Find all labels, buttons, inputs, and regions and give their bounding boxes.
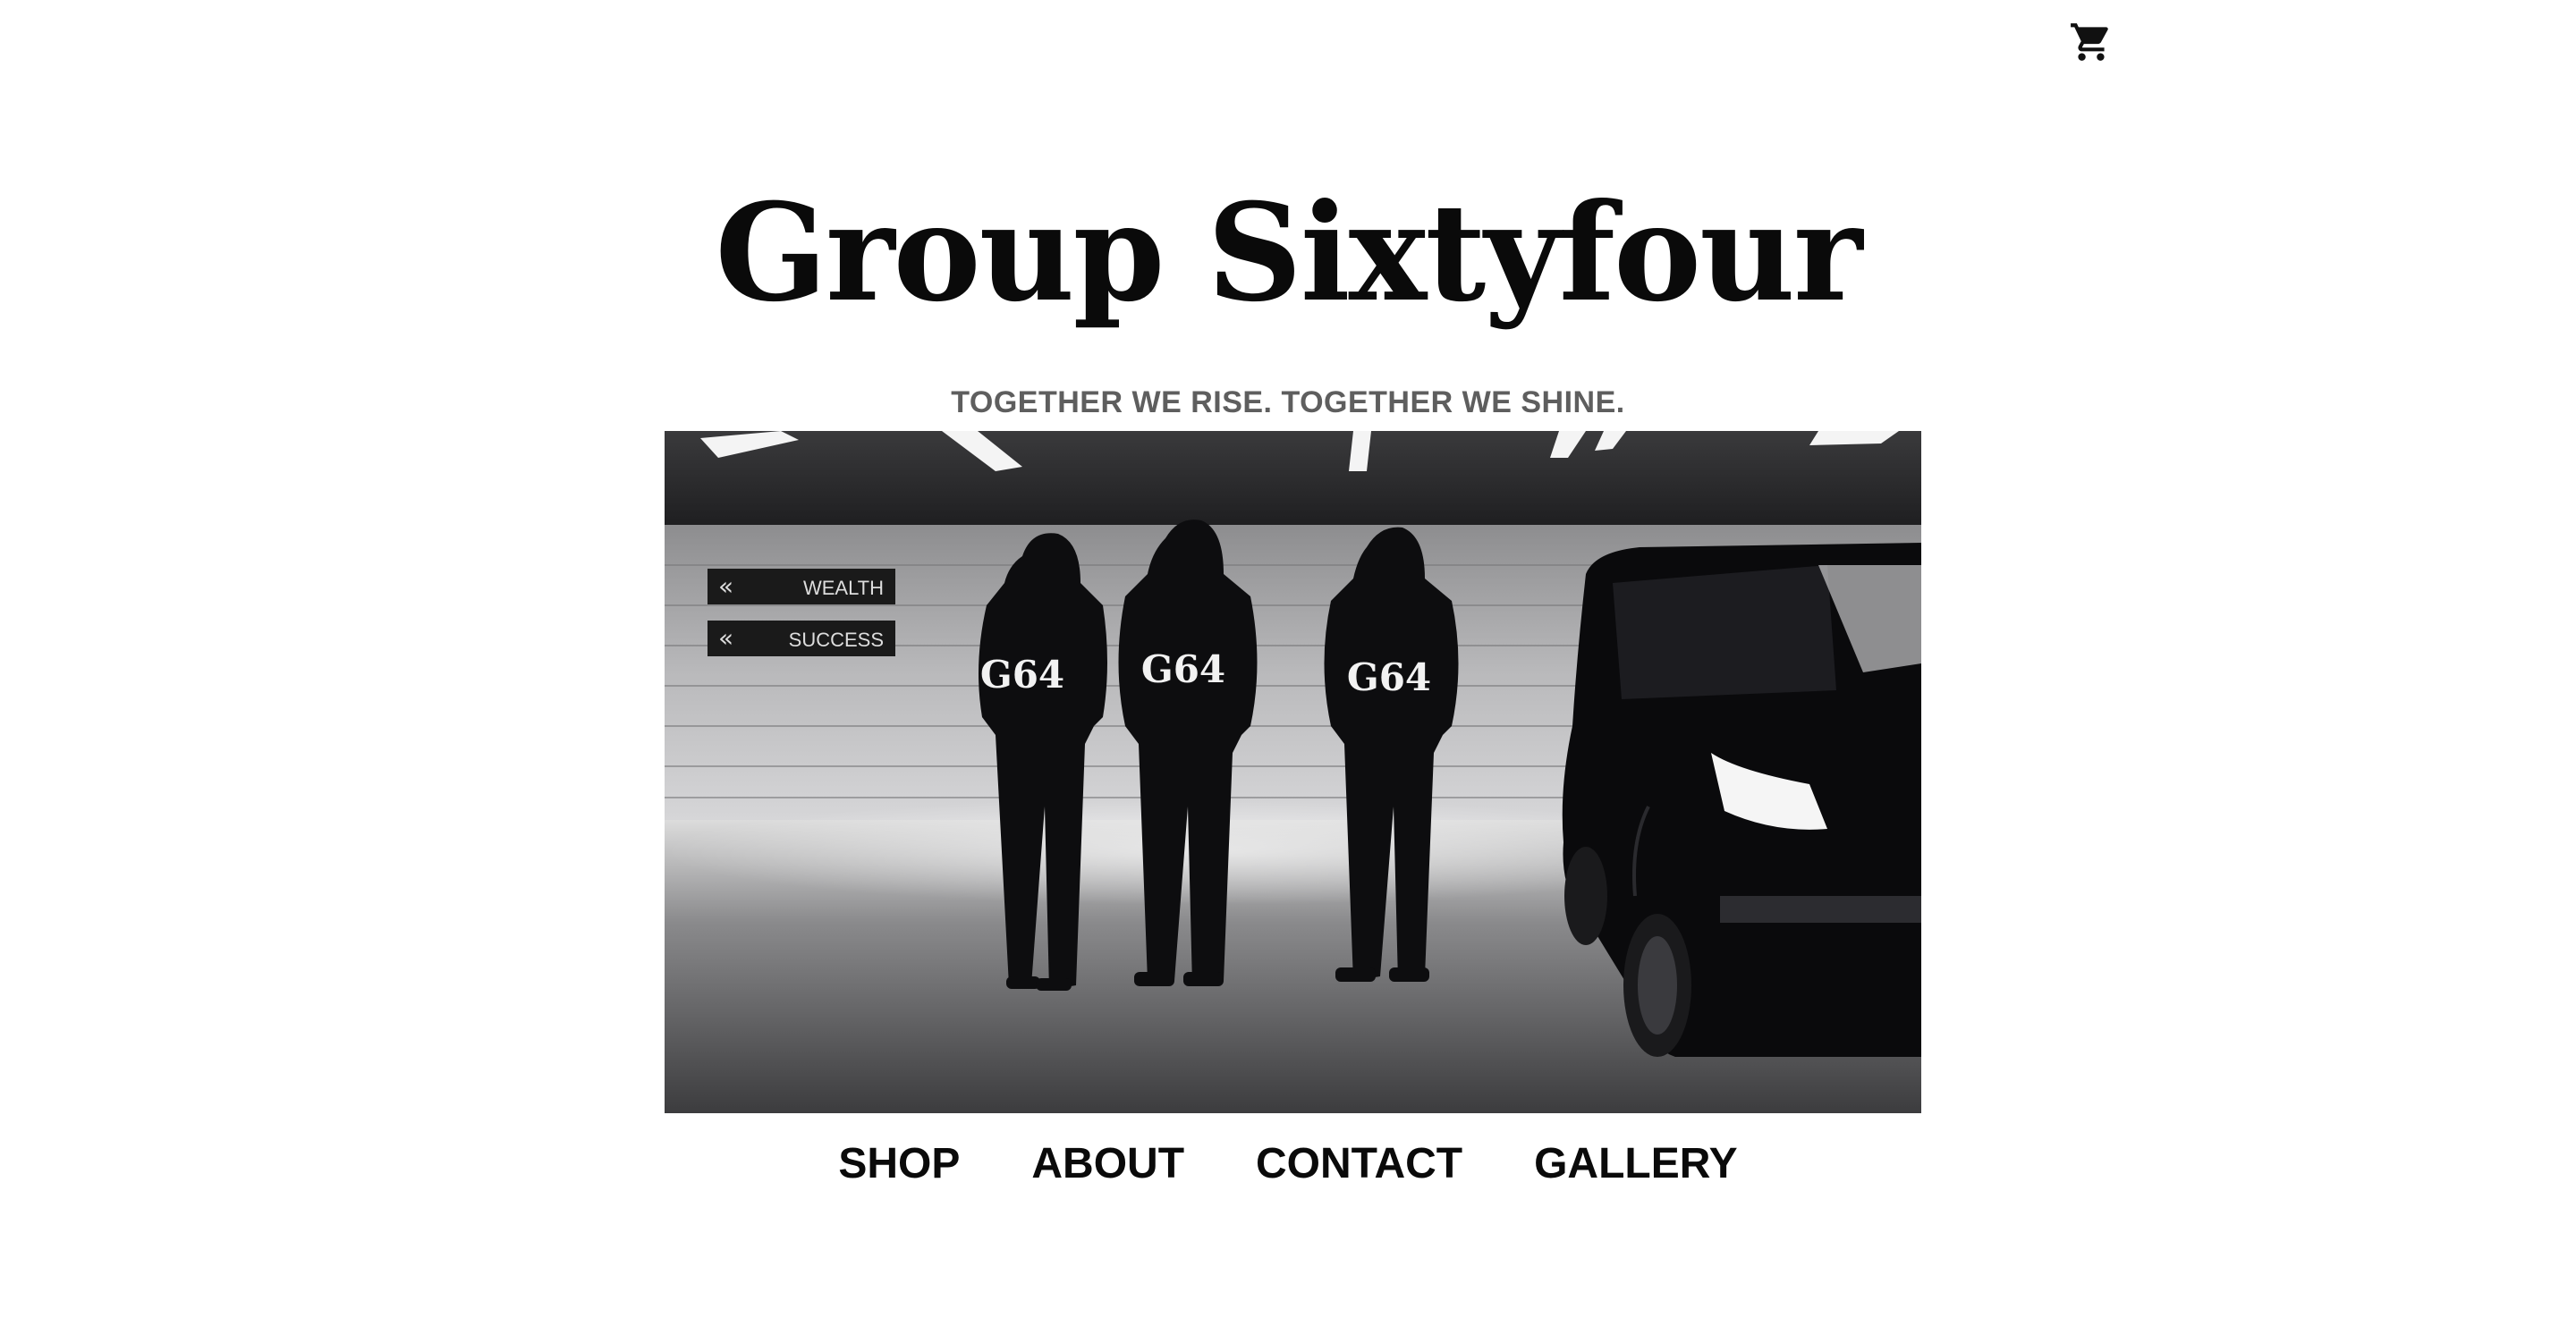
sign-success: SUCCESS — [789, 629, 884, 651]
svg-text:«: « — [718, 623, 733, 653]
nav-gallery[interactable]: GALLERY — [1534, 1136, 1738, 1193]
hoodie-text-3: G64 — [1347, 655, 1431, 699]
nav-contact[interactable]: CONTACT — [1256, 1136, 1462, 1193]
page: Group Sixtyfour TOGETHER WE RISE. TOGETH… — [0, 0, 2576, 1343]
brand-title: Group Sixtyfour — [715, 174, 1862, 332]
svg-text:«: « — [718, 571, 733, 601]
cart-icon[interactable] — [2068, 20, 2114, 64]
main-nav: SHOP ABOUT CONTACT GALLERY — [0, 1136, 2576, 1193]
hero-image: « WEALTH « SUCCESS G64 G64 G64 — [665, 431, 1921, 1113]
nav-shop[interactable]: SHOP — [838, 1136, 960, 1193]
sign-wealth: WEALTH — [803, 577, 884, 599]
hoodie-text-2: G64 — [1141, 647, 1225, 691]
brand-tagline: TOGETHER WE RISE. TOGETHER WE SHINE. — [951, 385, 1625, 419]
nav-about[interactable]: ABOUT — [1031, 1136, 1184, 1193]
hoodie-text-1: G64 — [980, 653, 1064, 697]
